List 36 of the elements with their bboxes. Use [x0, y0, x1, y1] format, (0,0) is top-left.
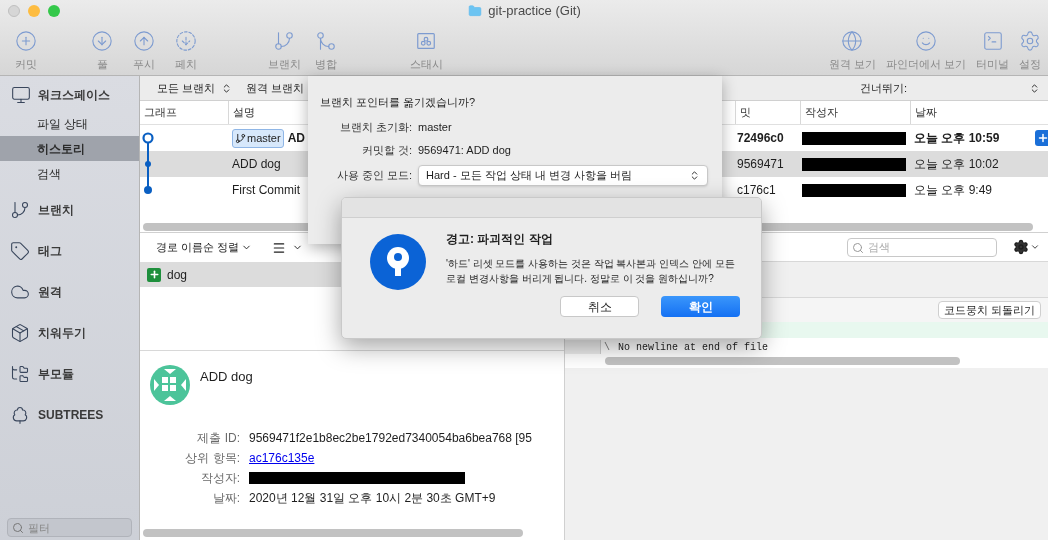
commit-message: ADD dog — [232, 156, 281, 173]
alert-title: 경고: 파괴적인 작업 — [446, 231, 554, 248]
detail-label: 날짜: — [211, 489, 241, 507]
sidebar-header-label: 워크스페이스 — [38, 87, 110, 104]
commit-hash: 72496c0 — [737, 131, 784, 145]
sidebar-group-label: 부모듈 — [38, 366, 74, 383]
commit-date: 오늘 오후 10:59 — [914, 131, 1000, 145]
commit-hash: c176c1 — [737, 183, 776, 197]
sidebar-group-label: SUBTREES — [38, 407, 104, 424]
dialog-value: master — [418, 119, 452, 135]
window-title: git-practice (Git) — [488, 2, 581, 21]
detail-label: 작성자: — [199, 469, 241, 487]
sidebar-group-label: 치워두기 — [38, 325, 86, 342]
commit-date: 오늘 오후 10:02 — [914, 157, 999, 171]
diff-text: No newline at end of file — [618, 340, 769, 355]
jump-label: 건너뛰기: — [859, 80, 907, 96]
commit-hash: 9569471 — [737, 157, 784, 171]
commit-message: First Commit — [232, 182, 300, 199]
commit-date: 오늘 오후 9:49 — [914, 183, 993, 197]
dialog-label: 사용 중인 모드: — [335, 168, 412, 184]
detail-value: 9569471f2e1b8ec2be1792ed7340054ba6bea768 [95 — [249, 429, 532, 447]
commit-title: ADD dog — [200, 368, 253, 386]
sidebar-group-label: 브랜치 — [38, 202, 74, 219]
dialog-label: 커밋할 것: — [360, 142, 412, 158]
file-name: dog — [167, 266, 188, 284]
sidebar-group-label: 원격 — [38, 284, 62, 301]
detail-value: 2020년 12월 31일 오후 10시 2분 30초 GMT+9 — [249, 489, 496, 507]
dialog-label: 브랜치 초기화: — [338, 119, 412, 135]
dialog-question: 브랜치 포인터를 옮기겠습니까? — [320, 95, 477, 110]
commit-message: AD — [287, 130, 305, 147]
alert-message: '하드' 리셋 모드를 사용하는 것은 작업 복사본과 인덱스 안에 모든 로컬 변경사항을 버리게 됩니다. 정말로 이 것을 원하십니까? — [446, 257, 736, 286]
diff-marker: \ — [603, 340, 611, 355]
sidebar-group-label: 태그 — [38, 243, 62, 260]
detail-label: 제출 ID: — [196, 429, 241, 447]
detail-label: 상위 항목: — [184, 449, 241, 467]
dialog-value: 9569471: ADD dog — [418, 142, 511, 158]
